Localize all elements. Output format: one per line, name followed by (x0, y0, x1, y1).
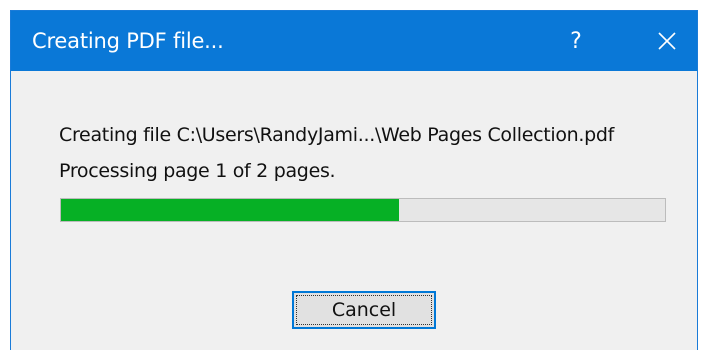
help-button[interactable]: ? (546, 11, 606, 71)
progress-bar-fill (61, 199, 400, 221)
page-progress-message: Processing page 1 of 2 pages. (59, 160, 336, 182)
file-path-message: Creating file C:\Users\RandyJami...\Web … (59, 124, 615, 146)
close-icon (658, 32, 676, 50)
cancel-button-label: Cancel (296, 295, 432, 325)
cancel-button[interactable]: Cancel (292, 291, 436, 329)
help-icon: ? (570, 28, 582, 54)
progress-bar (60, 198, 666, 222)
pdf-progress-dialog: Creating PDF file... ? Creating file C:\… (10, 10, 698, 350)
window-title: Creating PDF file... (32, 29, 224, 53)
title-bar[interactable]: Creating PDF file... ? (11, 11, 697, 71)
close-button[interactable] (637, 11, 697, 71)
